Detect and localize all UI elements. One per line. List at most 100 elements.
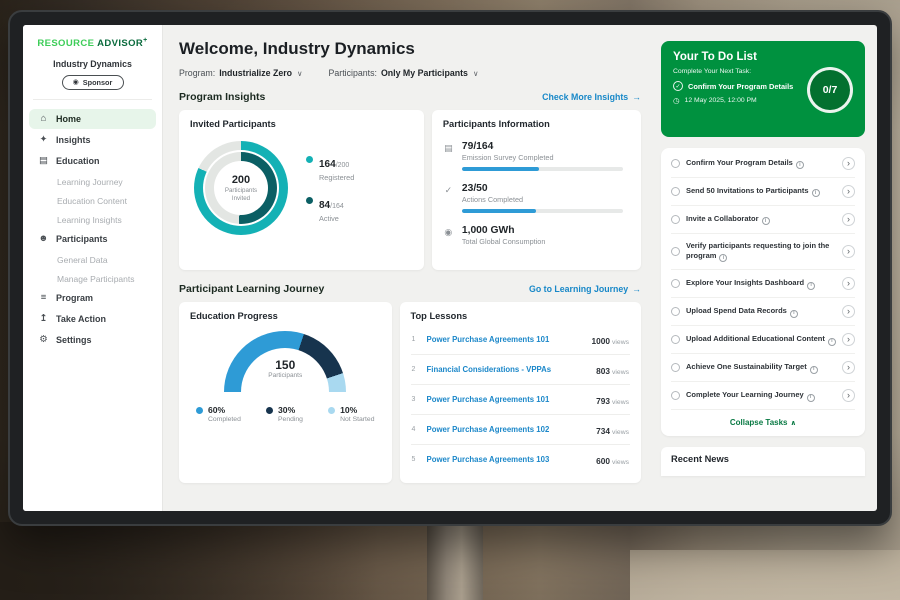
monitor-stand: [427, 520, 483, 600]
brand-plus: +: [143, 37, 148, 44]
legend-item-not-started: 10% Not Started: [328, 405, 374, 423]
sidebar-item-take-action[interactable]: ↥ Take Action: [29, 309, 156, 329]
donut-center-value: 200: [232, 174, 250, 186]
app-window: RESOURCE ADVISOR+ Industry Dynamics ◉ Sp…: [23, 25, 877, 511]
participants-information-card: Participants Information ▤ 79/164 Emissi…: [432, 110, 641, 270]
task-item-8[interactable]: Achieve One Sustainability Targeti ›: [671, 354, 855, 382]
sponsor-icon: ◉: [73, 79, 79, 86]
sidebar-item-home[interactable]: ⌂ Home: [29, 109, 156, 129]
task-arrow-button[interactable]: ›: [842, 361, 855, 374]
brand-primary: RESOURCE: [37, 38, 94, 49]
lesson-link[interactable]: Power Purchase Agreements 103: [427, 455, 590, 464]
task-checkbox[interactable]: [671, 159, 680, 168]
task-checkbox[interactable]: [671, 247, 680, 256]
sidebar-item-label: Insights: [56, 135, 91, 145]
education-gauge-chart: 150 Participants: [224, 331, 346, 393]
sidebar-item-program[interactable]: ≡ Program: [29, 288, 156, 308]
todo-next-task[interactable]: ✓ Confirm Your Program Details: [673, 81, 803, 91]
legend-dot: [266, 407, 273, 414]
task-checkbox[interactable]: [671, 187, 680, 196]
task-item-7[interactable]: Upload Additional Educational Contenti ›: [671, 326, 855, 354]
arrow-right-icon: →: [632, 284, 641, 294]
brand-logo: RESOURCE ADVISOR+: [29, 35, 156, 55]
task-item-9[interactable]: Complete Your Learning Journeyi ›: [671, 382, 855, 410]
education-icon: ▤: [38, 156, 49, 166]
page-title: Welcome, Industry Dynamics: [179, 39, 641, 59]
lesson-row: 3 Power Purchase Agreements 101 793views: [411, 385, 630, 415]
task-checkbox[interactable]: [671, 335, 680, 344]
sidebar-item-learning-journey[interactable]: Learning Journey: [29, 172, 156, 191]
info-icon: i: [790, 310, 798, 318]
sidebar-item-general-data[interactable]: General Data: [29, 250, 156, 269]
program-filter[interactable]: Program: Industrialize Zero ∨: [179, 68, 303, 78]
task-arrow-button[interactable]: ›: [842, 305, 855, 318]
task-item-2[interactable]: Send 50 Invitations to Participantsi ›: [671, 178, 855, 206]
info-row-emission-survey: ▤ 79/164 Emission Survey Completed: [443, 141, 630, 171]
lesson-row: 5 Power Purchase Agreements 103 600views: [411, 445, 630, 474]
todo-progress-count: 0/7: [823, 84, 838, 96]
filter-bar: Program: Industrialize Zero ∨ Participan…: [179, 68, 641, 78]
go-to-learning-journey-link[interactable]: Go to Learning Journey →: [529, 284, 641, 294]
sidebar: RESOURCE ADVISOR+ Industry Dynamics ◉ Sp…: [23, 25, 163, 511]
task-checkbox[interactable]: [671, 215, 680, 224]
info-icon: i: [807, 394, 815, 402]
legend-item-registered: 164/200 Registered: [306, 154, 354, 182]
info-icon: i: [807, 282, 815, 290]
sidebar-item-label: Participants: [56, 234, 108, 244]
lesson-link[interactable]: Power Purchase Agreements 101: [427, 395, 590, 404]
chevron-down-icon: ∨: [297, 69, 303, 78]
participants-filter[interactable]: Participants: Only My Participants ∨: [329, 68, 479, 78]
filter-value: Industrialize Zero: [219, 68, 292, 78]
sidebar-item-insights[interactable]: ✦ Insights: [29, 130, 156, 150]
info-icon: i: [719, 254, 727, 262]
task-item-4[interactable]: Verify participants requesting to join t…: [671, 234, 855, 270]
task-checkbox[interactable]: [671, 279, 680, 288]
collapse-tasks-button[interactable]: Collapse Tasks∧: [671, 410, 855, 436]
task-item-1[interactable]: Confirm Your Program Detailsi ›: [671, 150, 855, 178]
task-item-5[interactable]: Explore Your Insights Dashboardi ›: [671, 270, 855, 298]
task-item-6[interactable]: Upload Spend Data Recordsi ›: [671, 298, 855, 326]
education-progress-card: Education Progress 150 Participants: [179, 302, 392, 483]
todo-title: Your To Do List: [673, 51, 853, 63]
info-row-actions: ✓ 23/50 Actions Completed: [443, 183, 630, 213]
task-checkbox[interactable]: [671, 307, 680, 316]
sidebar-item-settings[interactable]: ⚙ Settings: [29, 330, 156, 350]
info-icon: i: [812, 189, 820, 197]
chevron-down-icon: ∨: [473, 69, 479, 78]
arrow-right-icon: →: [632, 92, 641, 102]
emission-progress-bar: [462, 167, 623, 171]
sidebar-item-education[interactable]: ▤ Education: [29, 151, 156, 171]
task-arrow-button[interactable]: ›: [842, 389, 855, 402]
monitor-frame: RESOURCE ADVISOR+ Industry Dynamics ◉ Sp…: [8, 10, 892, 526]
task-arrow-button[interactable]: ›: [842, 277, 855, 290]
card-title: Invited Participants: [190, 119, 413, 129]
top-lessons-card: Top Lessons 1 Power Purchase Agreements …: [400, 302, 641, 483]
task-arrow-button[interactable]: ›: [842, 213, 855, 226]
donut-center-label: Participants Invited: [220, 187, 262, 201]
sponsor-badge: ◉ Sponsor: [62, 75, 124, 90]
actions-progress-bar: [462, 209, 623, 213]
gauge-center-value: 150: [224, 358, 346, 372]
lesson-link[interactable]: Financial Considerations - VPPAs: [427, 365, 590, 374]
lesson-link[interactable]: Power Purchase Agreements 102: [427, 425, 590, 434]
actions-icon: ✓: [443, 185, 454, 213]
chevron-up-icon: ∧: [790, 420, 796, 427]
task-item-3[interactable]: Invite a Collaboratori ›: [671, 206, 855, 234]
task-arrow-button[interactable]: ›: [842, 245, 855, 258]
check-more-insights-link[interactable]: Check More Insights →: [542, 92, 641, 102]
task-arrow-button[interactable]: ›: [842, 157, 855, 170]
todo-progress-ring: 0/7: [807, 67, 853, 113]
sidebar-item-learning-insights[interactable]: Learning Insights: [29, 210, 156, 229]
sidebar-item-participants[interactable]: ☻ Participants: [29, 229, 156, 249]
card-title: Education Progress: [190, 311, 381, 321]
sidebar-item-education-content[interactable]: Education Content: [29, 191, 156, 210]
task-arrow-button[interactable]: ›: [842, 333, 855, 346]
task-arrow-button[interactable]: ›: [842, 185, 855, 198]
sidebar-item-manage-participants[interactable]: Manage Participants: [29, 269, 156, 288]
section-title-learning-journey: Participant Learning Journey: [179, 283, 324, 295]
todo-tasks-card: Confirm Your Program Detailsi › Send 50 …: [661, 148, 865, 436]
task-checkbox[interactable]: [671, 363, 680, 372]
task-checkbox[interactable]: [671, 391, 680, 400]
lesson-link[interactable]: Power Purchase Agreements 101: [427, 335, 585, 344]
legend-dot: [306, 197, 313, 204]
